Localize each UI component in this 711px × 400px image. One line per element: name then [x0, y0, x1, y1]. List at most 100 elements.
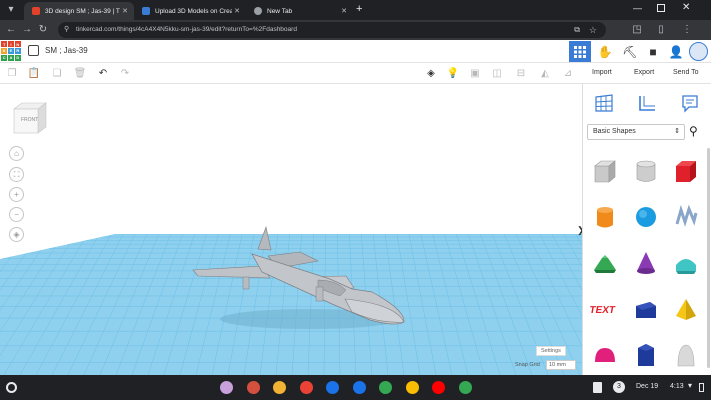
redo-icon[interactable]: ↷: [118, 67, 132, 81]
group-icon[interactable]: ▣: [468, 67, 482, 81]
new-tab-button[interactable]: +: [356, 3, 362, 15]
shape-cylinder-hole[interactable]: [629, 154, 663, 188]
view-cube[interactable]: FRONT: [12, 101, 48, 135]
ungroup-icon[interactable]: ◫: [490, 67, 504, 81]
chrome-icon[interactable]: [273, 381, 286, 394]
shape-text[interactable]: TEXT: [588, 292, 622, 326]
extensions-icon[interactable]: ◳: [630, 23, 644, 37]
shape-cylinder[interactable]: [588, 200, 622, 234]
close-icon[interactable]: ✕: [339, 7, 349, 15]
zoom-in-icon[interactable]: +: [9, 187, 24, 202]
shape-sphere[interactable]: [629, 200, 663, 234]
launcher-icon[interactable]: [6, 382, 17, 393]
restore-icon[interactable]: [657, 4, 665, 12]
app-colorful-icon[interactable]: [246, 381, 260, 394]
youtube-icon[interactable]: [432, 381, 445, 394]
copy-icon[interactable]: ❐: [5, 67, 19, 81]
files-app-icon[interactable]: [352, 381, 366, 394]
tab-creality[interactable]: Upload 3D Models on Creality ✕: [134, 2, 246, 20]
minimize-icon[interactable]: —: [633, 3, 642, 13]
send-to-button[interactable]: Send To: [673, 69, 699, 76]
reload-icon[interactable]: ↻: [36, 23, 50, 37]
snap-grid-select[interactable]: 10 mm: [546, 360, 576, 370]
forward-icon[interactable]: →: [20, 23, 34, 37]
shape-polygon[interactable]: [629, 338, 663, 372]
shape-half-sphere[interactable]: [588, 338, 622, 372]
shape-roof[interactable]: [588, 246, 622, 280]
fit-view-icon[interactable]: ⛶: [9, 167, 24, 182]
drive-icon[interactable]: [405, 381, 419, 394]
close-icon[interactable]: ✕: [120, 7, 130, 15]
duplicate-icon[interactable]: ❏: [50, 67, 64, 81]
align-icon[interactable]: ⊟: [514, 67, 528, 81]
menu-icon[interactable]: ⋮: [680, 23, 694, 37]
tab-search-icon[interactable]: ▾: [4, 3, 18, 17]
url-text: tinkercad.com/things/4cA4X4N5kku-sm-jas-…: [76, 26, 297, 33]
landing-gear-front: [315, 286, 324, 302]
mirror-icon[interactable]: ◭: [538, 67, 552, 81]
gmail-icon[interactable]: [299, 381, 313, 394]
tab-tinkercad[interactable]: 3D design SM ; Jas-39 | Tinker ✕: [24, 2, 134, 20]
site-info-icon[interactable]: ⚲: [64, 22, 69, 38]
import-button[interactable]: Import: [592, 69, 612, 76]
design-list-icon[interactable]: [28, 45, 39, 56]
workplane-canvas[interactable]: FRONT ⌂ ⛶ + − ◈ Settings Snap Grid 10 mm…: [0, 84, 582, 375]
paste-icon[interactable]: 📋: [27, 67, 41, 81]
3d-view-button[interactable]: [569, 41, 591, 62]
snap-grid-value: 10 mm: [549, 362, 566, 368]
time-text[interactable]: 4:13: [670, 383, 684, 390]
files-icon[interactable]: [593, 382, 602, 393]
add-user-icon[interactable]: 👤: [665, 41, 687, 62]
design-title[interactable]: SM ; Jas-39: [45, 46, 88, 55]
undo-icon[interactable]: ↶: [96, 67, 110, 81]
briefcase-icon[interactable]: ■: [642, 41, 664, 62]
close-window-icon[interactable]: ✕: [682, 2, 690, 13]
lightbulb-icon[interactable]: 💡: [446, 67, 460, 81]
zoom-out-icon[interactable]: −: [9, 207, 24, 222]
settings-button[interactable]: Settings: [536, 346, 566, 356]
shape-round-roof[interactable]: [669, 246, 703, 280]
shape-category-select[interactable]: Basic Shapes ⇕: [587, 124, 685, 140]
notification-icon[interactable]: 3: [613, 381, 625, 393]
shape-box[interactable]: [669, 154, 703, 188]
shape-box-hole[interactable]: [588, 154, 622, 188]
install-icon[interactable]: ⧉: [574, 22, 580, 38]
shape-paraboloid[interactable]: [669, 338, 703, 372]
pickaxe-icon[interactable]: ⛏: [619, 41, 641, 62]
tinkercad-favicon: [32, 7, 40, 15]
shape-cone[interactable]: [629, 246, 663, 280]
tinkercad-logo[interactable]: TIN KER CAD: [1, 41, 21, 61]
notes-bubble-icon[interactable]: [680, 93, 700, 113]
tab-new-tab[interactable]: New Tab ✕: [246, 2, 353, 20]
shape-pyramid[interactable]: [669, 292, 703, 326]
panel-scrollbar[interactable]: [707, 148, 710, 368]
workplane-grid-icon[interactable]: [594, 93, 614, 113]
shape-scribble[interactable]: [669, 200, 703, 234]
shape-search-icon[interactable]: ⚲: [689, 124, 698, 138]
creality-favicon: [142, 7, 150, 15]
os-shelf: 3 Dec 19 4:13 ▾: [0, 375, 711, 400]
app-profile-icon[interactable]: [220, 381, 233, 394]
perspective-icon[interactable]: ◈: [9, 227, 24, 242]
sidepanel-icon[interactable]: ▯: [654, 23, 668, 37]
blocks-hand-icon[interactable]: ✋: [594, 41, 616, 62]
shape-wedge[interactable]: [629, 292, 663, 326]
back-icon[interactable]: ←: [4, 23, 18, 37]
home-view-icon[interactable]: ⌂: [9, 146, 24, 161]
snap-grid-label: Snap Grid: [515, 362, 540, 368]
wifi-icon: ▾: [688, 381, 693, 390]
avatar[interactable]: [689, 42, 708, 61]
delete-icon[interactable]: 🗑: [73, 67, 87, 81]
calendar-icon[interactable]: [326, 381, 339, 394]
export-button[interactable]: Export: [634, 69, 654, 76]
workplane-grid[interactable]: [0, 84, 582, 375]
bookmark-star-icon[interactable]: ☆: [589, 22, 597, 38]
photos-icon[interactable]: [458, 381, 472, 394]
meet-icon[interactable]: [379, 381, 392, 394]
cruise-icon[interactable]: ⊿: [561, 67, 575, 81]
close-icon[interactable]: ✕: [232, 7, 242, 15]
date-text[interactable]: Dec 19: [636, 383, 658, 390]
address-bar[interactable]: ⚲ tinkercad.com/things/4cA4X4N5kku-sm-ja…: [58, 22, 606, 38]
ruler-icon[interactable]: [637, 93, 657, 113]
notes-icon[interactable]: ◈: [424, 67, 438, 81]
